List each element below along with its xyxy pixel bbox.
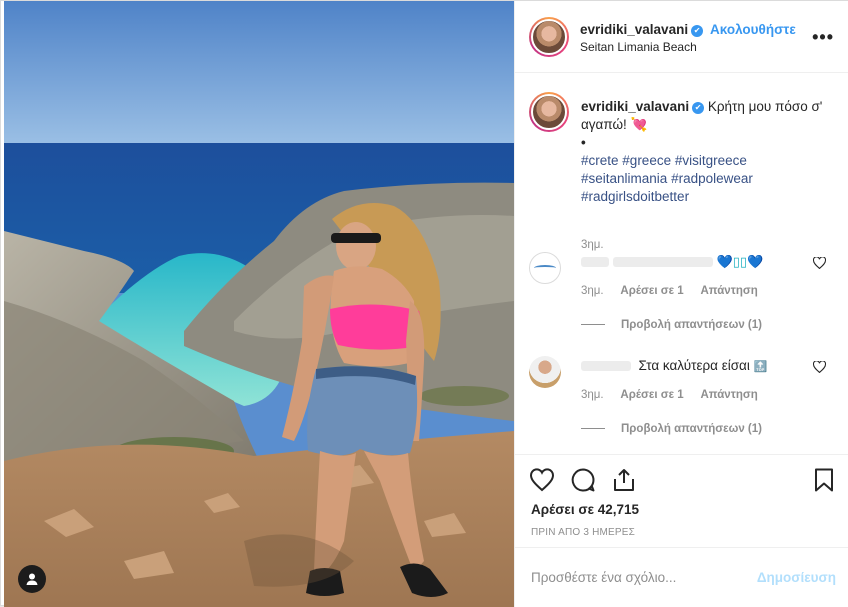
- comment-likes[interactable]: Αρέσει σε 1: [620, 389, 683, 401]
- comment-time[interactable]: 3ημ.: [581, 285, 604, 297]
- bookmark-icon[interactable]: [811, 467, 837, 493]
- location-link[interactable]: Seitan Limania Beach: [580, 40, 697, 54]
- view-replies-button[interactable]: Προβολή απαντήσεων (1): [581, 319, 762, 331]
- likes-count[interactable]: Αρέσει σε 42,715: [531, 502, 639, 517]
- hashtag-link[interactable]: #radpolewear: [671, 171, 753, 186]
- reply-button[interactable]: Απάντηση: [700, 389, 757, 401]
- hashtag-link[interactable]: #greece: [622, 153, 671, 168]
- replies-divider-line: [581, 428, 605, 430]
- post-modal: evridiki_valavani ✔ Ακολουθήστε Seitan Li…: [0, 0, 848, 607]
- redacted-text: [612, 257, 713, 268]
- view-replies-label: Προβολή απαντήσεων (1): [621, 319, 762, 331]
- caption-username[interactable]: evridiki_valavani: [581, 99, 689, 114]
- commenter-avatar[interactable]: [529, 252, 561, 284]
- post-photo[interactable]: [4, 1, 514, 607]
- comment-emoji: 💙▯▯💙: [716, 254, 764, 269]
- post-actions: Αρέσει σε 42,715 ΠΡΙΝ ΑΠΟ 3 ΗΜΕΡΕΣ: [515, 454, 848, 546]
- comment-icon[interactable]: [570, 467, 596, 493]
- comment-text: Στα καλύτερα είσαι: [638, 358, 750, 373]
- commenter-avatar[interactable]: [529, 356, 561, 388]
- replies-divider-line: [581, 324, 605, 326]
- comment-emoji: 🔝: [753, 361, 768, 373]
- author-avatar[interactable]: [529, 17, 569, 57]
- hashtag-link[interactable]: #radgirlsdoitbetter: [581, 189, 689, 204]
- follow-button[interactable]: Ακολουθήστε: [710, 22, 796, 37]
- view-replies-label: Προβολή απαντήσεων (1): [621, 423, 762, 435]
- hashtag-link[interactable]: #visitgreece: [675, 153, 747, 168]
- comment-meta: 3ημ. Αρέσει σε 1 Απάντηση: [581, 389, 772, 401]
- more-options-icon[interactable]: •••: [812, 27, 834, 48]
- comment-time[interactable]: 3ημ.: [581, 389, 604, 401]
- caption-hashtags: #crete #greece #visitgreece #seitanliman…: [581, 153, 753, 204]
- caption-dot: •: [581, 135, 586, 150]
- redacted-username: [581, 361, 631, 372]
- post-comment-button[interactable]: Δημοσίευση: [757, 570, 836, 585]
- post-side-panel: evridiki_valavani ✔ Ακολουθήστε Seitan Li…: [514, 1, 848, 607]
- author-username[interactable]: evridiki_valavani: [580, 22, 688, 37]
- tagged-users-button[interactable]: [18, 565, 46, 593]
- redacted-username: [581, 257, 609, 268]
- author-name-row: evridiki_valavani ✔: [580, 22, 704, 37]
- caption-body: evridiki_valavani ✔ Κρήτη μου πόσο σ' αγα…: [581, 98, 831, 206]
- share-icon[interactable]: [611, 467, 637, 493]
- user-icon: [26, 573, 38, 585]
- hashtag-link[interactable]: #seitanlimania: [581, 171, 667, 186]
- hashtag-link[interactable]: #crete: [581, 153, 619, 168]
- comment-meta: 3ημ. Αρέσει σε 1 Απάντηση: [581, 285, 772, 297]
- heart-icon[interactable]: [529, 467, 555, 493]
- comment-input[interactable]: Προσθέστε ένα σχόλιο...: [531, 570, 676, 585]
- comment-likes[interactable]: Αρέσει σε 1: [620, 285, 683, 297]
- view-replies-button[interactable]: Προβολή απαντήσεων (1): [581, 423, 762, 435]
- comment-text-row: 💙▯▯💙: [581, 254, 811, 272]
- verified-badge-icon: ✔: [692, 102, 705, 114]
- reply-button[interactable]: Απάντηση: [700, 285, 757, 297]
- caption-avatar[interactable]: [529, 92, 569, 132]
- post-timestamp[interactable]: ΠΡΙΝ ΑΠΟ 3 ΗΜΕΡΕΣ: [531, 527, 635, 538]
- add-comment-bar: Προσθέστε ένα σχόλιο... Δημοσίευση: [515, 547, 848, 607]
- comment-text-row: Στα καλύτερα είσαι 🔝: [581, 358, 811, 376]
- comments-list[interactable]: evridiki_valavani ✔ Κρήτη μου πόσο σ' αγα…: [515, 74, 848, 454]
- caption-time[interactable]: 3ημ.: [581, 239, 604, 251]
- comment-like-heart-icon[interactable]: [813, 361, 826, 373]
- verified-badge-icon: ✔: [691, 25, 704, 37]
- beach-photo-illustration: [4, 1, 514, 607]
- comment-like-heart-icon[interactable]: [813, 257, 826, 269]
- post-header: evridiki_valavani ✔ Ακολουθήστε Seitan Li…: [515, 1, 848, 73]
